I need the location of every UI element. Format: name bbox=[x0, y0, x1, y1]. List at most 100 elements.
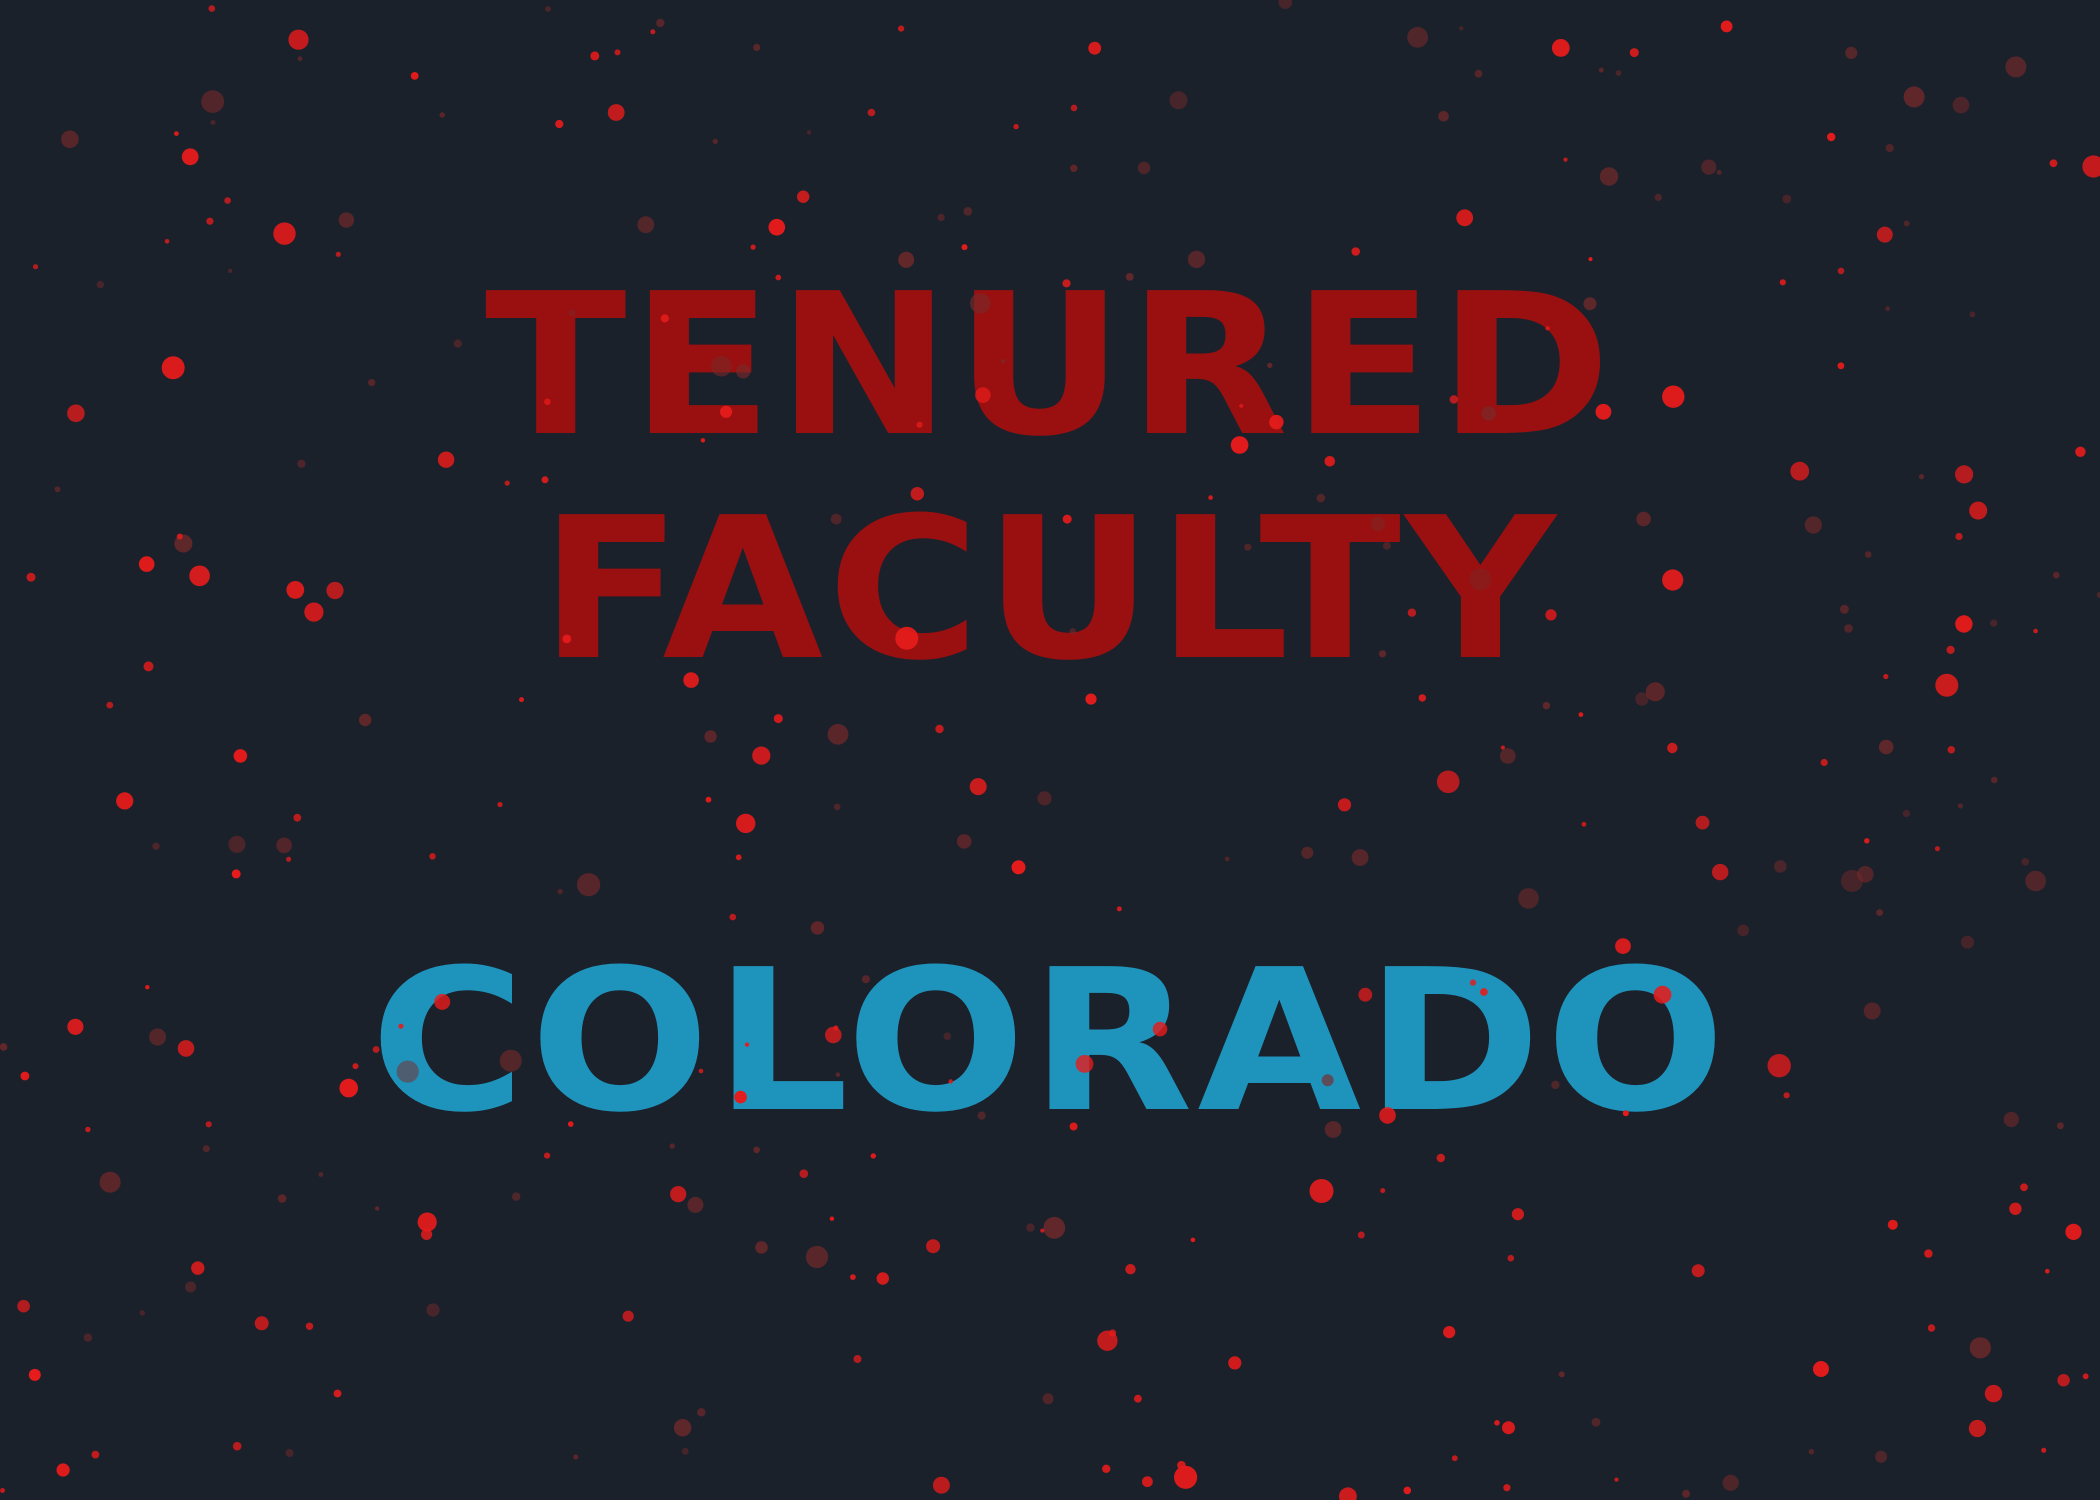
decorative-dot bbox=[805, 1245, 829, 1269]
decorative-dot bbox=[453, 339, 462, 348]
decorative-dot bbox=[1370, 516, 1386, 532]
decorative-dot bbox=[1443, 1326, 1456, 1339]
decorative-dot bbox=[138, 556, 155, 572]
decorative-dot bbox=[1418, 694, 1427, 702]
decorative-dot bbox=[1614, 1477, 1619, 1482]
decorative-dot bbox=[2003, 1111, 2019, 1128]
decorative-dot bbox=[681, 1447, 689, 1455]
decorative-dot bbox=[1653, 985, 1672, 1004]
decorative-dot bbox=[806, 130, 812, 135]
decorative-dot bbox=[916, 421, 923, 428]
decorative-dot bbox=[374, 1206, 380, 1211]
decorative-dot bbox=[545, 6, 551, 12]
decorative-dot bbox=[970, 293, 991, 314]
decorative-dot bbox=[943, 1032, 952, 1040]
decorative-dot bbox=[1790, 461, 1810, 481]
decorative-dot bbox=[1382, 541, 1391, 550]
decorative-dot bbox=[276, 837, 292, 854]
decorative-dot bbox=[720, 405, 733, 418]
decorative-dot bbox=[829, 1216, 835, 1221]
decorative-dot bbox=[2041, 1447, 2047, 1453]
decorative-dot bbox=[1152, 1021, 1168, 1037]
decorative-dot bbox=[810, 921, 825, 935]
decorative-dot bbox=[201, 90, 225, 113]
decorative-dot bbox=[1595, 403, 1612, 420]
decorative-dot bbox=[577, 873, 601, 897]
decorative-dot bbox=[1339, 1487, 1357, 1500]
decorative-dot bbox=[744, 1042, 750, 1047]
decorative-dot bbox=[660, 314, 669, 323]
decorative-dot bbox=[202, 1145, 210, 1153]
decorative-dot bbox=[206, 217, 214, 225]
decorative-dot bbox=[567, 1121, 574, 1127]
decorative-dot bbox=[1177, 1460, 1186, 1470]
decorative-dot bbox=[861, 975, 870, 984]
decorative-dot bbox=[1716, 170, 1722, 175]
decorative-dot bbox=[825, 1026, 842, 1044]
decorative-dot bbox=[1804, 516, 1822, 534]
decorative-dot bbox=[1875, 1450, 1888, 1463]
decorative-dot bbox=[1075, 1055, 1094, 1073]
decorative-dot bbox=[622, 1310, 634, 1322]
decorative-dot bbox=[1622, 1110, 1629, 1117]
decorative-dot bbox=[568, 309, 576, 317]
decorative-dot bbox=[398, 1023, 404, 1029]
decorative-dot bbox=[208, 5, 216, 12]
decorative-dot bbox=[590, 51, 600, 61]
decorative-dot bbox=[231, 869, 241, 879]
decorative-dot bbox=[1378, 650, 1387, 658]
decorative-dot bbox=[1720, 20, 1733, 33]
decorative-dot bbox=[338, 212, 355, 228]
decorative-dot bbox=[1301, 846, 1314, 859]
decorative-dot bbox=[116, 792, 134, 810]
decorative-dot bbox=[318, 1172, 324, 1177]
decorative-dot bbox=[56, 1463, 70, 1477]
decorative-dot bbox=[497, 801, 503, 808]
decorative-dot bbox=[2025, 870, 2046, 892]
decorative-dot bbox=[1782, 194, 1792, 204]
decorative-dot bbox=[705, 796, 712, 803]
decorative-dot bbox=[439, 112, 445, 118]
decorative-dot bbox=[189, 565, 210, 587]
decorative-dot bbox=[1134, 1394, 1142, 1403]
decorative-dot bbox=[228, 835, 246, 853]
decorative-dot bbox=[870, 1153, 876, 1159]
decorative-dot bbox=[1955, 465, 1974, 484]
decorative-dot bbox=[1598, 67, 1604, 73]
decorative-dot bbox=[1551, 39, 1570, 57]
decorative-dot bbox=[1615, 938, 1631, 954]
decorative-dot bbox=[152, 842, 160, 850]
decorative-dot bbox=[670, 1186, 687, 1203]
decorative-dot bbox=[1902, 809, 1910, 818]
decorative-dot bbox=[1636, 511, 1651, 527]
decorative-dot bbox=[1969, 1337, 1991, 1359]
decorative-dot bbox=[2049, 159, 2058, 168]
decorative-dot bbox=[205, 1121, 212, 1128]
decorative-dot bbox=[1969, 311, 1976, 318]
decorative-dot bbox=[1551, 1080, 1560, 1090]
decorative-dot bbox=[368, 379, 376, 387]
decorative-dot bbox=[1878, 739, 1894, 755]
decorative-dot bbox=[1358, 987, 1373, 1002]
decorative-dot bbox=[1955, 532, 1963, 541]
decorative-dot bbox=[729, 913, 737, 921]
decorative-dot bbox=[1321, 1074, 1334, 1087]
decorative-dot bbox=[1885, 306, 1890, 312]
decorative-dot bbox=[637, 216, 655, 234]
decorative-dot bbox=[273, 222, 296, 245]
decorative-dot bbox=[1230, 436, 1249, 454]
decorative-dot bbox=[704, 730, 717, 743]
decorative-dot bbox=[544, 1152, 551, 1159]
decorative-dot bbox=[1380, 1188, 1386, 1194]
decorative-dot bbox=[700, 438, 706, 443]
decorative-dot bbox=[656, 18, 665, 28]
decorative-dot bbox=[1069, 1122, 1078, 1131]
decorative-dot bbox=[1712, 863, 1729, 881]
decorative-dot bbox=[434, 993, 451, 1010]
decorative-dot bbox=[1511, 1208, 1524, 1221]
decorative-dot bbox=[277, 1194, 287, 1203]
decorative-dot bbox=[1841, 869, 1863, 892]
decorative-dot bbox=[145, 985, 150, 990]
decorative-dot bbox=[1813, 1361, 1829, 1377]
decorative-dot bbox=[185, 1281, 197, 1293]
